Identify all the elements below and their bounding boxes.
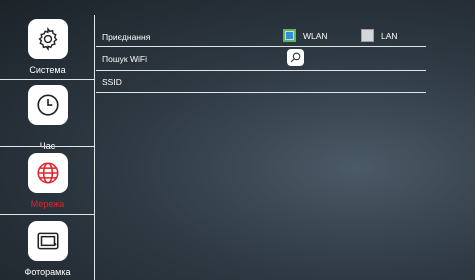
- row-divider: [96, 46, 426, 47]
- sidebar-item-system[interactable]: Система: [0, 19, 95, 75]
- globe-icon: [36, 162, 59, 184]
- picture-frame-icon: [36, 232, 59, 250]
- wlan-label: WLAN: [303, 31, 328, 41]
- wlan-checkbox[interactable]: [283, 29, 296, 42]
- divider: [0, 214, 95, 215]
- sidebar-divider: [94, 15, 95, 280]
- connection-label: Приєднання: [102, 32, 151, 42]
- sidebar-item-label: Система: [29, 65, 66, 75]
- time-tile[interactable]: [27, 85, 68, 125]
- row-divider: [96, 92, 426, 93]
- wifi-search-button[interactable]: [287, 49, 304, 66]
- sidebar-item-network[interactable]: Мережа: [0, 153, 95, 209]
- sidebar-item-label: Фоторамка: [24, 267, 71, 277]
- divider: [0, 146, 95, 147]
- system-tile[interactable]: [27, 19, 68, 59]
- sidebar-item-photoframe[interactable]: Фоторамка: [0, 221, 95, 277]
- photoframe-tile[interactable]: [27, 221, 68, 261]
- sidebar: Система Час Мережа Фоторамка: [0, 0, 95, 280]
- row-divider: [96, 70, 426, 71]
- sidebar-item-time[interactable]: Час: [0, 85, 95, 151]
- lan-label: LAN: [381, 31, 398, 41]
- ssid-label: SSID: [102, 77, 122, 87]
- network-tile[interactable]: [27, 153, 68, 193]
- gear-icon: [37, 27, 57, 51]
- clock-icon: [36, 94, 59, 116]
- lan-checkbox[interactable]: [361, 29, 374, 42]
- divider: [0, 79, 95, 80]
- wifi-search-label: Пошук WiFi: [102, 54, 147, 64]
- search-icon: [290, 52, 301, 63]
- sidebar-item-label: Мережа: [30, 199, 65, 209]
